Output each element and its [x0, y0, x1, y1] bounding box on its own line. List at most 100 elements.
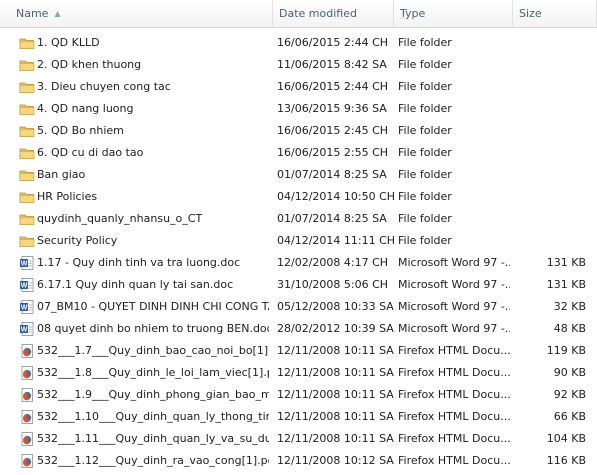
file-type: File folder: [398, 80, 452, 93]
file-size: 48 KB: [553, 322, 586, 335]
file-name: 532___1.8___Quy_dinh_le_loi_lam_viec[1].…: [37, 366, 269, 379]
file-name: 532___1.9___Quy_dinh_phong_gian_bao_m...: [37, 388, 269, 401]
file-date-modified: 01/07/2014 8:25 SA: [277, 168, 387, 181]
file-date-modified: 12/11/2008 10:11 SA: [277, 432, 394, 445]
file-size: 32 KB: [553, 300, 586, 313]
file-date-modified: 16/06/2015 2:55 CH: [277, 146, 389, 159]
file-type: Microsoft Word 97 -...: [398, 322, 510, 335]
file-row[interactable]: 532___1.9___Quy_dinh_phong_gian_bao_m...…: [0, 384, 597, 406]
file-name: 08 quyet dinh bo nhiem to truong BEN.doc: [37, 322, 269, 335]
folder-icon: [19, 57, 35, 73]
file-row[interactable]: 6. QD cu di dao tao 16/06/2015 2:55 CH Fil…: [0, 142, 597, 164]
folder-icon: [19, 101, 35, 117]
file-type: Firefox HTML Docu...: [398, 410, 510, 423]
file-row[interactable]: W 08 quyet dinh bo nhiem to truong BEN.do…: [0, 318, 597, 340]
file-row[interactable]: HR Policies 04/12/2014 10:50 CH File folde…: [0, 186, 597, 208]
file-name: 5. QD Bo nhiem: [37, 124, 124, 137]
file-name: 532___1.11___Quy_dinh_quan_ly_va_su_du..…: [37, 432, 269, 445]
file-row[interactable]: Ban giao 01/07/2014 8:25 SA File folder: [0, 164, 597, 186]
file-name: Security Policy: [37, 234, 118, 247]
file-row[interactable]: 532___1.12___Quy_dinh_ra_vao_cong[1].pdf…: [0, 450, 597, 472]
folder-icon: [19, 123, 35, 139]
file-type: File folder: [398, 146, 452, 159]
file-row[interactable]: 4. QD nang luong 13/06/2015 9:36 SA File f…: [0, 98, 597, 120]
word-doc-icon: W: [19, 277, 35, 293]
file-date-modified: 12/02/2008 4:17 CH: [277, 256, 389, 269]
file-date-modified: 12/11/2008 10:11 SA: [277, 410, 394, 423]
column-header-type-label: Type: [400, 7, 426, 20]
firefox-html-icon: [19, 365, 35, 381]
file-size: 92 KB: [553, 388, 586, 401]
folder-icon: [19, 211, 35, 227]
firefox-html-icon: [19, 409, 35, 425]
file-size: 66 KB: [553, 410, 586, 423]
file-row[interactable]: 5. QD Bo nhiem 16/06/2015 2:45 CH File fol…: [0, 120, 597, 142]
file-type: Firefox HTML Docu...: [398, 432, 510, 445]
folder-icon: [19, 233, 35, 249]
file-row[interactable]: quydinh_quanly_nhansu_o_CT 01/07/2014 8:2…: [0, 208, 597, 230]
file-row[interactable]: 532___1.7___Quy_dinh_bao_cao_noi_bo[1]..…: [0, 340, 597, 362]
folder-icon: [19, 35, 35, 51]
file-date-modified: 12/11/2008 10:12 SA: [277, 454, 394, 467]
file-row[interactable]: W 07_BM10 - QUYET DINH DINH CHI CONG TA..…: [0, 296, 597, 318]
column-header-name[interactable]: Name ▲: [0, 0, 273, 27]
file-row[interactable]: 3. Dieu chuyen cong tac 16/06/2015 2:44 C…: [0, 76, 597, 98]
file-date-modified: 12/11/2008 10:11 SA: [277, 344, 394, 357]
file-row[interactable]: W 6.17.1 Quy dinh quan ly tai san.doc 31/1…: [0, 274, 597, 296]
file-row[interactable]: 1. QD KLLD 16/06/2015 2:44 CH File folder: [0, 32, 597, 54]
folder-icon: [19, 145, 35, 161]
file-row[interactable]: 532___1.11___Quy_dinh_quan_ly_va_su_du..…: [0, 428, 597, 450]
file-type: Microsoft Word 97 -...: [398, 278, 510, 291]
file-type: Firefox HTML Docu...: [398, 388, 510, 401]
file-date-modified: 16/06/2015 2:44 CH: [277, 80, 389, 93]
firefox-html-icon: [19, 453, 35, 469]
column-header-date-modified[interactable]: Date modified: [273, 0, 394, 27]
column-header-type[interactable]: Type: [394, 0, 513, 27]
file-size: 90 KB: [553, 366, 586, 379]
folder-icon: [19, 189, 35, 205]
file-name: 532___1.7___Quy_dinh_bao_cao_noi_bo[1]..…: [37, 344, 269, 357]
file-size: 131 KB: [546, 256, 586, 269]
file-size: 131 KB: [546, 278, 586, 291]
file-row[interactable]: W 1.17 - Quy dinh tinh va tra luong.doc 12…: [0, 252, 597, 274]
file-date-modified: 12/11/2008 10:11 SA: [277, 366, 394, 379]
svg-text:W: W: [21, 261, 28, 268]
file-type: File folder: [398, 102, 452, 115]
file-name: HR Policies: [37, 190, 98, 203]
file-name: 3. Dieu chuyen cong tac: [37, 80, 171, 93]
file-type: Firefox HTML Docu...: [398, 344, 510, 357]
word-doc-icon: W: [19, 299, 35, 315]
file-row[interactable]: 2. QD khen thuong 11/06/2015 8:42 SA File …: [0, 54, 597, 76]
file-type: File folder: [398, 190, 452, 203]
svg-text:W: W: [21, 327, 28, 334]
file-date-modified: 11/06/2015 8:42 SA: [277, 58, 387, 71]
file-type: Firefox HTML Docu...: [398, 366, 510, 379]
word-doc-icon: W: [19, 321, 35, 337]
column-header-size-label: Size: [519, 7, 542, 20]
file-type: File folder: [398, 168, 452, 181]
file-row[interactable]: 532___1.8___Quy_dinh_le_loi_lam_viec[1].…: [0, 362, 597, 384]
file-type: Microsoft Word 97 -...: [398, 300, 510, 313]
word-doc-icon: W: [19, 255, 35, 271]
firefox-html-icon: [19, 431, 35, 447]
file-date-modified: 12/11/2008 10:11 SA: [277, 388, 394, 401]
column-header-name-label: Name: [16, 7, 49, 20]
file-size: 119 KB: [546, 344, 586, 357]
file-type: File folder: [398, 234, 452, 247]
file-date-modified: 16/06/2015 2:44 CH: [277, 36, 389, 49]
file-date-modified: 01/07/2014 8:25 SA: [277, 212, 387, 225]
file-name: 6. QD cu di dao tao: [37, 146, 144, 159]
file-date-modified: 05/12/2008 10:33 SA: [277, 300, 394, 313]
file-name: quydinh_quanly_nhansu_o_CT: [37, 212, 203, 225]
column-header-size[interactable]: Size: [513, 0, 597, 27]
file-name: Ban giao: [37, 168, 86, 181]
file-name: 4. QD nang luong: [37, 102, 134, 115]
file-type: File folder: [398, 36, 452, 49]
file-name: 532___1.12___Quy_dinh_ra_vao_cong[1].pdf: [37, 454, 269, 467]
file-row[interactable]: Security Policy 04/12/2014 11:11 CH File f…: [0, 230, 597, 252]
svg-text:W: W: [21, 283, 28, 290]
file-date-modified: 04/12/2014 10:50 CH: [277, 190, 396, 203]
file-date-modified: 04/12/2014 11:11 CH: [277, 234, 396, 247]
file-date-modified: 28/02/2012 10:39 SA: [277, 322, 394, 335]
file-row[interactable]: 532___1.10___Quy_dinh_quan_ly_thong_tin[…: [0, 406, 597, 428]
